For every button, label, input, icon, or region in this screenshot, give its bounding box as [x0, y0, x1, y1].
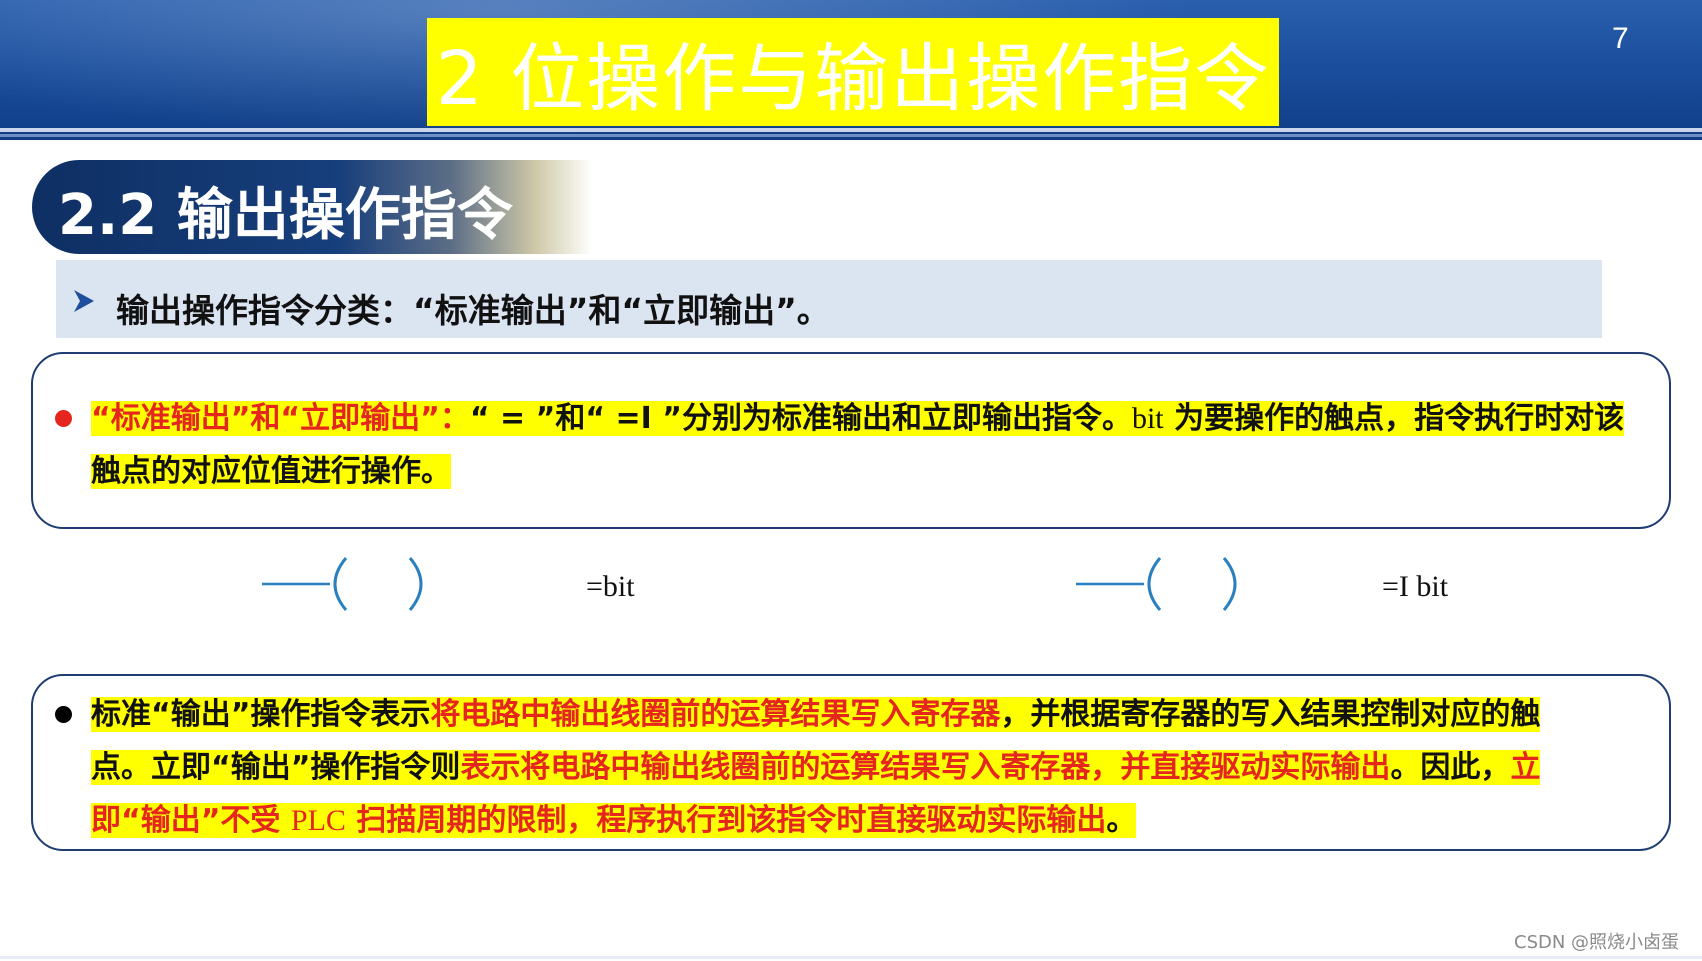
coil-label-standard: =bit — [586, 570, 635, 603]
slide-title-box: 2 位操作与输出操作指令 — [427, 18, 1279, 126]
definition-line-2: 触点的对应位值进行操作。 — [91, 454, 451, 489]
banner-stripe-dark — [0, 134, 1702, 137]
definition-text: “标准输出”和“立即输出”：“ = ”和“ =I ”分别为标准输出和立即输出指令… — [91, 392, 1651, 498]
banner-stripe — [0, 128, 1702, 132]
output-coil-icon — [262, 557, 423, 611]
red-bullet-icon — [55, 410, 72, 427]
section-title: 2.2 输出操作指令 — [58, 183, 513, 248]
definition-lead: “标准输出”和“立即输出”： — [91, 401, 470, 436]
subtitle-text: 输出操作指令分类：“标准输出”和“立即输出”。 — [116, 291, 830, 330]
definition-seg-2: “ = ”和“ =I ”分别为标准输出和立即输出指令。 — [469, 401, 1132, 436]
arrow-bullet-icon — [74, 290, 94, 312]
slide-title: 2 位操作与输出操作指令 — [435, 35, 1271, 122]
definition-seg-4: 为要操作的触点，指令执行时对该 — [1163, 401, 1625, 436]
explanation-text: 标准“输出”操作指令表示将电路中输出线圈前的运算结果写入寄存器，并根据寄存器的写… — [91, 688, 1651, 847]
explanation-line-1: 标准“输出”操作指令表示将电路中输出线圈前的运算结果写入寄存器，并根据寄存器的写… — [91, 697, 1541, 732]
explanation-line-2: 点。立即“输出”操作指令则表示将电路中输出线圈前的运算结果写入寄存器，并直接驱动… — [91, 750, 1541, 785]
coil-label-immediate: =I bit — [1382, 570, 1449, 603]
immediate-coil-icon — [1076, 557, 1237, 611]
black-bullet-icon — [55, 706, 72, 723]
footer-line — [0, 956, 1702, 959]
definition-seg-bit: bit — [1131, 402, 1164, 435]
definition-line-1: “标准输出”和“立即输出”：“ = ”和“ =I ”分别为标准输出和立即输出指令… — [91, 392, 1651, 445]
watermark: CSDN @照烧小卤蛋 — [1514, 932, 1680, 953]
page-number: 7 — [1612, 22, 1629, 55]
explanation-line-3: 即“输出”不受 PLC 扫描周期的限制，程序执行到该指令时直接驱动实际输出。 — [91, 803, 1137, 838]
